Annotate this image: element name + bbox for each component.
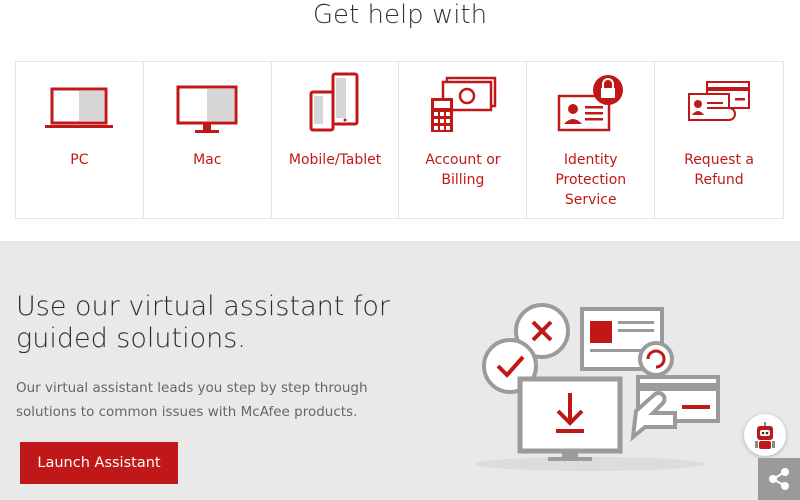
card-label: Account or Billing	[425, 152, 501, 188]
mobile-tablet-icon	[299, 72, 371, 134]
billing-icon	[427, 72, 499, 134]
chat-bot-avatar-button[interactable]	[744, 414, 786, 456]
virtual-assistant-section: Use our virtual assistant for guided sol…	[0, 241, 800, 500]
card-label: Request a Refund	[684, 152, 754, 188]
assistant-heading: Use our virtual assistant for guided sol…	[16, 291, 391, 354]
help-topics-section: Get help with PC Mac Mobile/Tablet Accou…	[0, 0, 800, 241]
share-button[interactable]	[758, 458, 800, 500]
launch-assistant-button[interactable]: Launch Assistant	[20, 442, 178, 484]
robot-icon	[755, 422, 775, 449]
page-title: Get help with	[312, 0, 488, 30]
refund-icon	[683, 72, 755, 134]
card-pc[interactable]: PC	[16, 62, 144, 218]
monitor-icon	[171, 72, 243, 134]
card-request-refund[interactable]: Request a Refund	[655, 62, 783, 218]
card-account-billing[interactable]: Account or Billing	[399, 62, 528, 218]
card-identity-protection[interactable]: Identity Protection Service	[527, 62, 656, 218]
laptop-icon	[43, 72, 115, 134]
assistant-description: Our virtual assistant leads you step by …	[16, 380, 368, 420]
card-label: PC	[70, 152, 89, 168]
card-label: Identity Protection Service	[555, 152, 627, 208]
share-icon	[769, 468, 789, 490]
card-label: Mac	[193, 152, 222, 168]
identity-lock-icon	[555, 72, 627, 134]
assistant-illustration	[470, 301, 730, 476]
help-topic-grid: PC Mac Mobile/Tablet Account or Billing …	[15, 61, 784, 219]
card-mac[interactable]: Mac	[144, 62, 272, 218]
card-label: Mobile/Tablet	[288, 152, 382, 168]
card-mobile-tablet[interactable]: Mobile/Tablet	[272, 62, 400, 218]
